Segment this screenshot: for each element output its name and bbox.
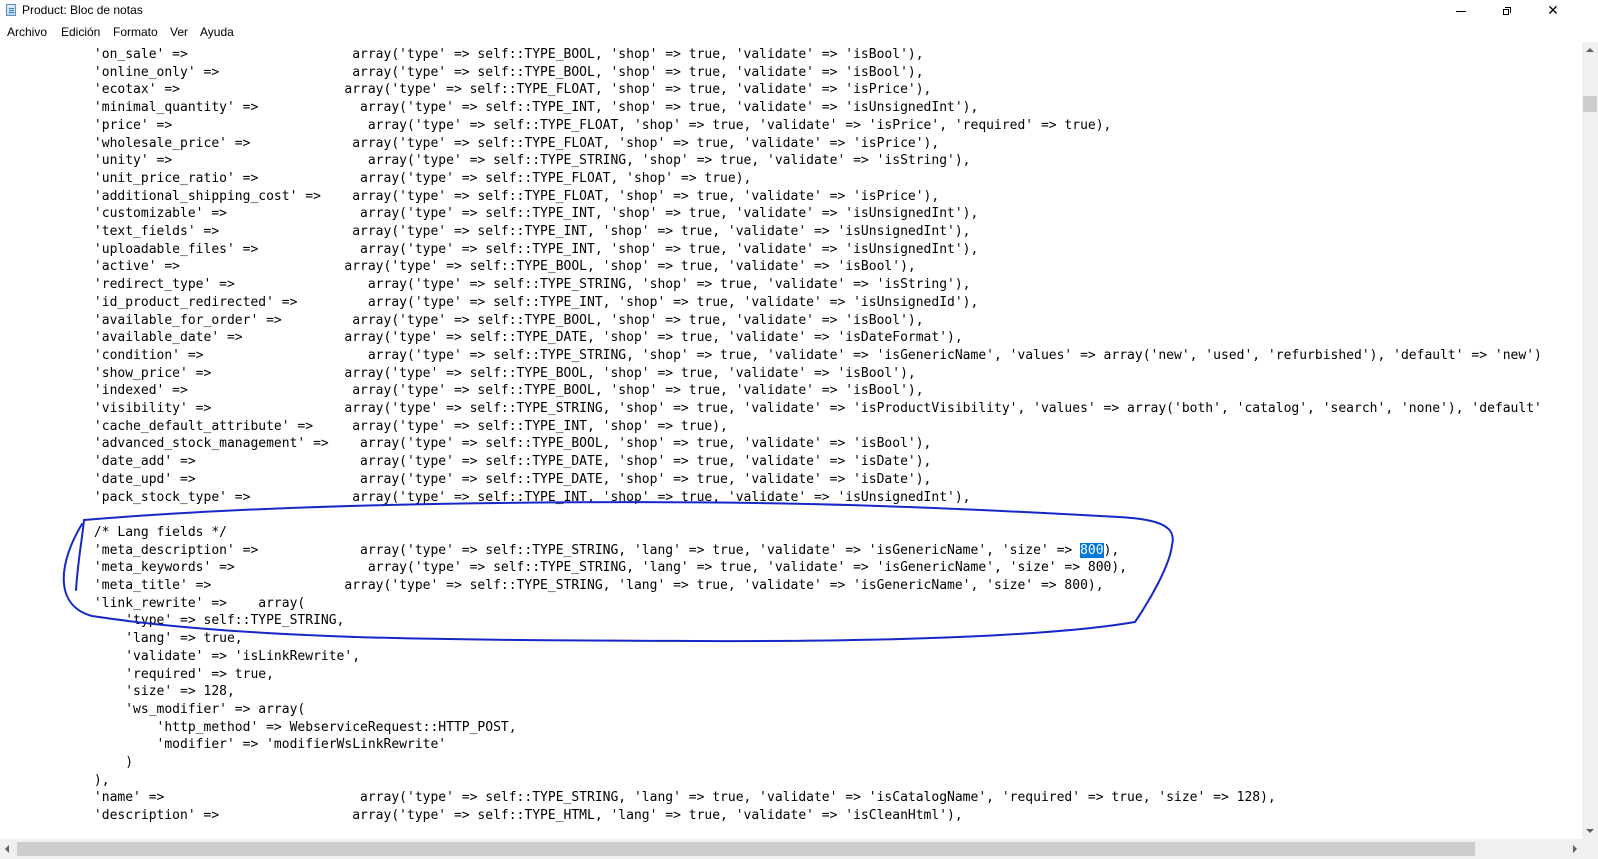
code-line: 'condition' => array('type' => self::TYP… xyxy=(0,347,1542,363)
restore-icon xyxy=(1503,7,1511,15)
code-line: 'id_product_redirected' => array('type' … xyxy=(0,294,979,310)
code-line: 'name' => array('type' => self::TYPE_STR… xyxy=(0,790,1276,806)
menu-bar: Archivo Edición Formato Ver Ayuda xyxy=(0,22,1598,43)
code-line: 'online_only' => array('type' => self::T… xyxy=(0,64,924,80)
code-line: 'date_upd' => array('type' => self::TYPE… xyxy=(0,471,932,487)
code-line: 'required' => true, xyxy=(0,666,274,682)
menu-edicion[interactable]: Edición xyxy=(61,25,100,39)
code-line: 'available_for_order' => array('type' =>… xyxy=(0,312,924,328)
notepad-window: Product: Bloc de notas ✕ Archivo Edición… xyxy=(0,0,1598,859)
code-line: 'active' => array('type' => self::TYPE_B… xyxy=(0,259,916,275)
minimize-button[interactable] xyxy=(1438,0,1484,22)
menu-formato[interactable]: Formato xyxy=(113,25,158,39)
code-line: 'on_sale' => array('type' => self::TYPE_… xyxy=(0,47,924,62)
code-line: ) xyxy=(0,755,134,770)
code-line: 'validate' => 'isLinkRewrite', xyxy=(0,648,361,664)
code-line: 'additional_shipping_cost' => array('typ… xyxy=(0,188,940,204)
vertical-scroll-thumb[interactable] xyxy=(1583,96,1597,112)
code-line: 'unit_price_ratio' => array('type' => se… xyxy=(0,170,752,186)
scroll-left-icon[interactable] xyxy=(5,845,9,853)
code-line: 'pack_stock_type' => array('type' => sel… xyxy=(0,489,971,505)
code-line: 'price' => array('type' => self::TYPE_FL… xyxy=(0,117,1112,133)
code-line: 'date_add' => array('type' => self::TYPE… xyxy=(0,454,932,470)
code-line: 'lang' => true, xyxy=(0,631,243,647)
code-line: 'indexed' => array('type' => self::TYPE_… xyxy=(0,383,924,399)
code-line: 'unity' => array('type' => self::TYPE_ST… xyxy=(0,153,971,169)
scroll-down-icon[interactable] xyxy=(1586,829,1594,833)
code-line: 'size' => 128, xyxy=(0,684,235,700)
code-line: 'visibility' => array('type' => self::TY… xyxy=(0,401,1542,416)
code-line: 'wholesale_price' => array('type' => sel… xyxy=(0,135,940,151)
scrollbar-corner xyxy=(1582,839,1598,859)
horizontal-scrollbar[interactable] xyxy=(0,839,1582,859)
code-line: 'type' => self::TYPE_STRING, xyxy=(0,613,345,629)
horizontal-scroll-thumb[interactable] xyxy=(17,842,1475,856)
code-line: 'meta_keywords' => array('type' => self:… xyxy=(0,560,1128,576)
notepad-icon xyxy=(6,4,16,16)
menu-ver[interactable]: Ver xyxy=(170,25,188,39)
window-title: Product: Bloc de notas xyxy=(22,3,143,17)
code-line: 'link_rewrite' => array( xyxy=(0,595,306,611)
code-line: 'ws_modifier' => array( xyxy=(0,701,306,717)
code-line: ), xyxy=(0,772,110,788)
code-line: 'meta_description' => array('type' => se… xyxy=(0,542,1120,558)
code-line: 'description' => array('type' => self::T… xyxy=(0,808,963,824)
code-line: 'minimal_quantity' => array('type' => se… xyxy=(0,100,979,116)
code-line: 'ecotax' => array('type' => self::TYPE_F… xyxy=(0,82,932,98)
code-line: 'http_method' => WebserviceRequest::HTTP… xyxy=(0,719,517,735)
code-line: 'uploadable_files' => array('type' => se… xyxy=(0,241,979,257)
menu-archivo[interactable]: Archivo xyxy=(7,25,47,39)
title-bar[interactable]: Product: Bloc de notas ✕ xyxy=(0,0,1598,22)
text-selection: 800 xyxy=(1080,542,1104,558)
close-button[interactable]: ✕ xyxy=(1530,0,1576,22)
scroll-right-icon[interactable] xyxy=(1573,845,1577,853)
code-line: 'customizable' => array('type' => self::… xyxy=(0,206,979,222)
code-line: 'available_date' => array('type' => self… xyxy=(0,330,963,346)
text-editor[interactable]: 'on_sale' => array('type' => self::TYPE_… xyxy=(0,42,1582,839)
code-line: 'show_price' => array('type' => self::TY… xyxy=(0,365,916,381)
restore-button[interactable] xyxy=(1484,0,1530,22)
code-line: 'advanced_stock_management' => array('ty… xyxy=(0,436,932,452)
close-icon: ✕ xyxy=(1547,3,1559,19)
scroll-up-icon[interactable] xyxy=(1586,48,1594,52)
minimize-icon xyxy=(1456,10,1466,12)
menu-ayuda[interactable]: Ayuda xyxy=(200,25,234,39)
code-line: 'redirect_type' => array('type' => self:… xyxy=(0,277,971,293)
vertical-scrollbar[interactable] xyxy=(1582,42,1598,839)
code-line: 'text_fields' => array('type' => self::T… xyxy=(0,224,971,239)
code-line: 'meta_title' => array('type' => self::TY… xyxy=(0,578,1104,593)
code-line: 'modifier' => 'modifierWsLinkRewrite' xyxy=(0,737,447,753)
code-line: 'cache_default_attribute' => array('type… xyxy=(0,418,728,434)
code-line: /* Lang fields */ xyxy=(0,524,227,540)
